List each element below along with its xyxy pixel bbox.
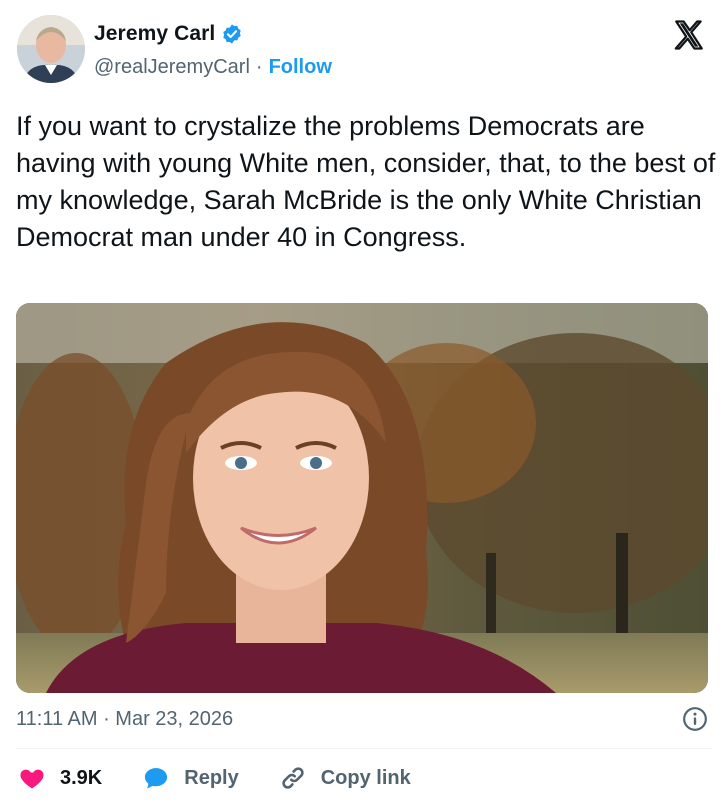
author-display-name[interactable]: Jeremy Carl xyxy=(94,22,215,46)
author-avatar[interactable] xyxy=(17,15,85,83)
tweet-card: Jeremy Carl @realJeremyCarl · Follow If … xyxy=(0,0,728,809)
separator-dot: · xyxy=(255,56,263,78)
divider xyxy=(16,748,712,749)
author-handle-row: @realJeremyCarl · Follow xyxy=(94,56,332,79)
author-name-row: Jeremy Carl xyxy=(94,22,243,46)
author-handle[interactable]: @realJeremyCarl xyxy=(94,56,250,79)
tweet-actions: 3.9K Reply Copy link xyxy=(18,764,451,792)
like-button[interactable]: 3.9K xyxy=(18,764,102,792)
reply-label: Reply xyxy=(184,766,239,789)
tweet-timestamp[interactable]: 11:11 AM · Mar 23, 2026 xyxy=(16,708,233,731)
tweet-photo[interactable] xyxy=(16,303,708,693)
verified-badge-icon xyxy=(223,24,242,44)
x-logo-icon[interactable] xyxy=(672,18,706,52)
info-icon[interactable] xyxy=(682,706,708,732)
reply-button[interactable]: Reply xyxy=(142,764,239,792)
photo-image xyxy=(16,303,708,693)
avatar-image xyxy=(17,15,85,83)
follow-button[interactable]: Follow xyxy=(269,56,332,79)
heart-icon xyxy=(20,769,44,789)
copy-link-button[interactable]: Copy link xyxy=(279,764,411,792)
copy-link-label: Copy link xyxy=(320,766,411,789)
tweet-text: If you want to crystalize the problems D… xyxy=(16,111,716,252)
reply-bubble-icon xyxy=(145,768,168,789)
link-icon xyxy=(282,767,304,789)
like-count: 3.9K xyxy=(60,766,103,789)
